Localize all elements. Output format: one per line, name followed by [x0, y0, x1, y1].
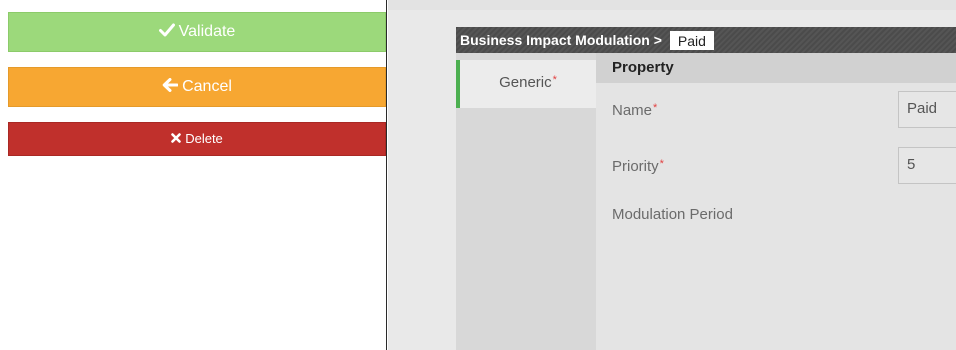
required-marker: *	[552, 74, 557, 86]
editor-header: Business Impact Modulation > Paid	[456, 27, 956, 53]
action-panel: Validate Cancel Delete	[0, 0, 387, 350]
name-input[interactable]: Paid	[898, 91, 956, 128]
times-icon	[171, 131, 182, 146]
tab-sidebar: Generic *	[456, 53, 596, 350]
cancel-button[interactable]: Cancel	[8, 67, 386, 107]
required-marker: *	[659, 158, 664, 170]
cancel-label: Cancel	[182, 78, 232, 95]
tab-generic-label: Generic	[499, 74, 552, 91]
breadcrumb-title: Business Impact Modulation >	[460, 32, 662, 48]
priority-input[interactable]: 5	[898, 147, 956, 184]
breadcrumb-current: Paid	[669, 30, 714, 50]
modulation-period-label: Modulation Period	[612, 206, 733, 223]
priority-field-label: Priority*	[612, 158, 664, 175]
arrow-left-icon	[162, 77, 179, 97]
required-marker: *	[653, 102, 658, 114]
property-header: Property	[596, 53, 956, 83]
editor-area: Business Impact Modulation > Paid Generi…	[388, 0, 956, 350]
name-field-label: Name*	[612, 102, 657, 119]
tab-generic[interactable]: Generic *	[456, 60, 596, 108]
delete-button[interactable]: Delete	[8, 122, 386, 156]
top-strip	[388, 0, 956, 10]
delete-label: Delete	[185, 131, 223, 146]
priority-label-text: Priority	[612, 158, 659, 175]
validate-label: Validate	[178, 23, 236, 40]
check-icon	[158, 23, 175, 42]
property-panel: Property Name* Paid Priority* 5 Modulati…	[596, 53, 956, 350]
name-label-text: Name	[612, 102, 653, 119]
validate-button[interactable]: Validate	[8, 12, 386, 52]
